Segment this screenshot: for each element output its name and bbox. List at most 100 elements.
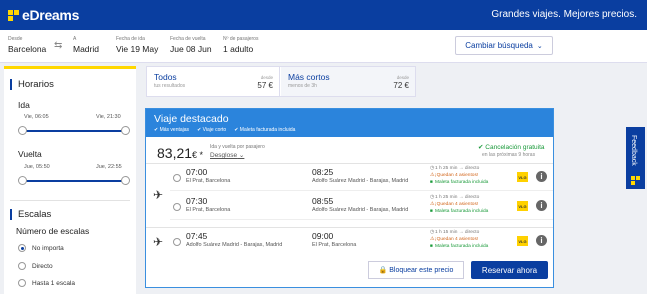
book-now-button[interactable]: Reservar ahora (471, 261, 548, 279)
airline-logo: VLG (517, 201, 528, 211)
depart-value: Vie 19 May (116, 44, 159, 54)
flight-option[interactable]: 07:00 El Prat, Barcelona 08:25 Adolfo Su… (170, 164, 553, 191)
radio[interactable] (18, 262, 26, 270)
sort-tabs: Todos tus resultados desde 57 € Más cort… (146, 66, 416, 97)
chevron-down-icon: ⌄ (536, 42, 543, 50)
info-icon[interactable]: i (536, 235, 547, 246)
radio[interactable] (173, 238, 181, 246)
info-icon[interactable]: i (536, 200, 547, 211)
radio[interactable] (173, 174, 181, 182)
flight-info: ◷1 h 15 min → directo ⚠¡Quedan 4 asiento… (430, 230, 489, 249)
sort-price: 57 € (257, 81, 273, 90)
arrival-airport: Adolfo Suárez Madrid - Barajas, Madrid (312, 178, 409, 184)
slider-handle-start[interactable] (18, 176, 27, 185)
feedback-logo-icon (631, 176, 640, 185)
featured-trip-card: Viaje destacado Más ventajas Viaje corto… (145, 108, 554, 288)
return-value: Jue 08 Jun (170, 44, 212, 54)
sort-from: desde (396, 75, 409, 80)
trip-price: 83,21€ * (157, 145, 203, 161)
departure-time: 07:45 (186, 231, 208, 241)
outbound-label: Ida (18, 100, 30, 110)
sort-tab-shortest[interactable]: Más cortos menos de 3h desde 72 € (281, 67, 415, 96)
passengers-label: Nº de pasajeros (223, 36, 259, 42)
slider-handle-start[interactable] (18, 126, 27, 135)
filters-sidebar: Horarios Ida Vie, 06:05 Vie, 21:30 Vuelt… (4, 66, 136, 294)
stops: directo (464, 230, 480, 235)
airline-logo: VLG (517, 236, 528, 246)
plane-depart-icon: ✈ (153, 188, 164, 202)
flight-info: ◷1 h 25 min → directo ⚠¡Quedan 4 asiento… (430, 166, 489, 185)
benefit: Viaje corto (197, 127, 227, 133)
edreams-logo[interactable]: eDreams (8, 7, 79, 23)
lock-icon: 🔒 (378, 267, 390, 274)
to-field: A Madrid (73, 36, 99, 54)
sort-title: Todos (154, 72, 177, 82)
change-search-label: Cambiar búsqueda (465, 41, 533, 50)
divider (10, 200, 130, 201)
seats-left: ¡Quedan 4 asientos! (435, 173, 479, 178)
breakdown-label: Desglose (210, 152, 238, 159)
feedback-label: Feedback (630, 135, 637, 166)
airline-logo: VLG (517, 172, 528, 182)
return-label: Fecha de vuelta (170, 36, 206, 42)
depart-date-field: Fecha de ida Vie 19 May (116, 36, 158, 54)
outbound-time-from: Vie, 06:05 (24, 114, 49, 120)
logo-squares-icon (8, 9, 19, 21)
benefit: Maleta facturada incluida (234, 127, 296, 133)
outbound-time-to: Vie, 21:30 (96, 114, 121, 120)
change-search-button[interactable]: Cambiar búsqueda ⌄ (455, 36, 553, 55)
passengers-field: Nº de pasajeros 1 adulto (223, 36, 258, 54)
seats-left: ¡Quedan 4 asientos! (435, 237, 479, 242)
stops-subtitle: Número de escalas (16, 226, 90, 236)
lock-price-button[interactable]: 🔒 Bloquear este precio (368, 261, 464, 279)
outbound-time-slider[interactable] (18, 126, 130, 135)
slider-handle-end[interactable] (121, 126, 130, 135)
option-label: No importa (32, 244, 64, 252)
sort-from: desde (260, 75, 273, 80)
info-icon[interactable]: i (536, 171, 547, 182)
sort-subtitle: menos de 3h (288, 83, 317, 89)
arrival-time: 08:55 (312, 196, 334, 206)
option-label: Directo (32, 262, 53, 270)
baggage: Maleta facturada incluida (435, 209, 489, 214)
passengers-value: 1 adulto (223, 44, 254, 54)
arrival-airport: Adolfo Suárez Madrid - Barajas, Madrid (312, 207, 409, 213)
sort-tab-all[interactable]: Todos tus resultados desde 57 € (147, 67, 280, 96)
departure-airport: El Prat, Barcelona (186, 178, 231, 184)
tagline: Grandes viajes. Mejores precios. (491, 9, 637, 20)
schedules-title: Horarios (10, 79, 54, 90)
price-amount: 83,21 (157, 145, 193, 161)
featured-header: Viaje destacado Más ventajas Viaje corto… (146, 109, 553, 137)
arrival-time: 08:25 (312, 167, 334, 177)
duration: 1 h 15 min (435, 230, 458, 235)
radio[interactable] (173, 203, 181, 211)
radio[interactable] (18, 279, 26, 287)
radio-selected[interactable] (18, 244, 26, 252)
return-time-slider[interactable] (18, 176, 130, 185)
logo-text: eDreams (22, 7, 80, 23)
featured-title: Viaje destacado (154, 113, 229, 125)
breakdown-link[interactable]: Desglose ⌄ (210, 151, 244, 159)
lock-price-label: Bloquear este precio (389, 266, 454, 274)
stops-option-any[interactable]: No importa (18, 244, 64, 252)
feedback-tab[interactable]: Feedback (626, 127, 645, 189)
flight-option[interactable]: 07:30 El Prat, Barcelona 08:55 Adolfo Su… (170, 193, 553, 220)
stops-option-one[interactable]: Hasta 1 escala (18, 279, 75, 287)
sort-price: 72 € (393, 81, 409, 90)
swap-arrows-icon: ⇆ (54, 40, 63, 51)
stops-option-direct[interactable]: Directo (18, 262, 53, 270)
free-cancellation: ✔ Cancelación gratuita (478, 144, 545, 151)
sort-subtitle: tus resultados (154, 83, 186, 89)
departure-airport: El Prat, Barcelona (186, 207, 231, 213)
return-time-to: Jue, 22:55 (96, 164, 122, 170)
flight-option[interactable]: 07:45 Adolfo Suárez Madrid - Barajas, Ma… (170, 228, 553, 255)
baggage: Maleta facturada incluida (435, 180, 489, 185)
departure-time: 07:00 (186, 167, 208, 177)
duration: 1 h 25 min (435, 195, 458, 200)
from-value: Barcelona (8, 44, 47, 54)
featured-benefits: Más ventajas Viaje corto Maleta facturad… (154, 127, 296, 133)
return-date-field: Fecha de vuelta Jue 08 Jun (170, 36, 212, 54)
slider-handle-end[interactable] (121, 176, 130, 185)
price-note: Ida y vuelta por pasajero (210, 144, 265, 150)
from-label: Desde (8, 36, 23, 42)
